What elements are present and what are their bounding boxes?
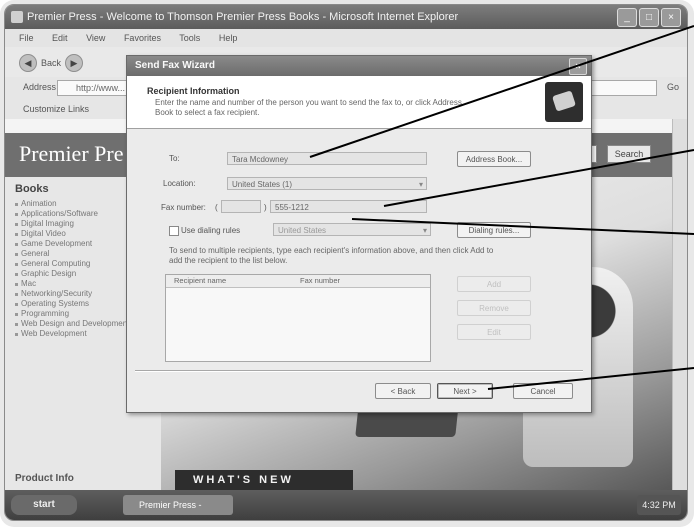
to-input[interactable]: Tara Mcdowney [227,152,427,165]
nav-item[interactable]: General [15,249,129,259]
nav-list: Animation Applications/Software Digital … [15,199,129,339]
address-book-button[interactable]: Address Book... [457,151,531,167]
header-description: Enter the name and number of the person … [155,98,462,117]
recipient-list[interactable]: Recipient name Fax number [165,274,431,362]
browser-title-bar[interactable]: Premier Press - Welcome to Thomson Premi… [5,5,687,29]
fax-number-input[interactable]: 555-1212 [270,200,427,213]
fax-area-open-paren: ( [215,203,218,212]
column-recipient-name[interactable]: Recipient name [174,275,226,287]
to-label: To: [169,154,180,163]
taskbar: start Premier Press - Welco... 4:32 PM [5,490,687,520]
customize-links[interactable]: Customize Links [23,104,89,114]
nav-item[interactable]: Applications/Software [15,209,129,219]
recipient-list-header: Recipient name Fax number [166,275,430,288]
site-title: Premier Pre [19,141,124,166]
add-button[interactable]: Add [457,276,531,292]
remove-button[interactable]: Remove [457,300,531,316]
location-dropdown[interactable]: United States (1) [227,177,427,190]
cancel-wizard-button[interactable]: Cancel [513,383,573,399]
window-controls: _ □ × [617,8,681,27]
nav-item[interactable]: Digital Video [15,229,129,239]
nav-item[interactable]: Mac [15,279,129,289]
dialing-rules-checkbox[interactable] [169,226,179,236]
go-button[interactable]: Go [667,82,679,92]
taskbar-item-browser[interactable]: Premier Press - Welco... [123,495,233,515]
nav-item[interactable]: Digital Imaging [15,219,129,229]
dialog-separator [135,370,583,372]
fax-machine-icon [545,82,583,122]
fax-area-code-input[interactable] [221,200,261,213]
internet-explorer-icon [11,11,23,23]
back-label: Back [41,58,62,68]
menu-edit[interactable]: Edit [52,33,68,43]
address-label: Address [23,82,57,92]
back-arrow-icon: ◀ [19,54,37,72]
fax-number-label: Fax number: [161,203,206,212]
nav-item[interactable]: Graphic Design [15,269,129,279]
dialing-rules-checkbox-label[interactable]: Use dialing rules [181,226,240,235]
dialog-header: Recipient Information Enter the name and… [127,76,591,129]
system-tray-clock: 4:32 PM [637,495,681,515]
fax-area-close-paren: ) [264,203,267,212]
nav-item[interactable]: Web Development [15,329,129,339]
dialing-rules-button[interactable]: Dialing rules... [457,222,531,238]
next-wizard-button[interactable]: Next > [437,383,493,399]
maximize-button[interactable]: □ [639,8,659,27]
nav-item[interactable]: Game Development [15,239,129,249]
forward-arrow-icon[interactable]: ▶ [65,54,84,72]
edit-button[interactable]: Edit [457,324,531,340]
location-label: Location: [163,179,196,188]
back-button[interactable]: ◀ Back ▶ [19,54,84,72]
screenshot: Premier Press - Welcome to Thomson Premi… [0,0,694,527]
nav-item[interactable]: Networking/Security [15,289,129,299]
nav-item[interactable]: Programming [15,309,129,319]
site-search-button[interactable]: Search [607,145,651,163]
header-title: Recipient Information [147,86,240,96]
dialog-close-button[interactable]: × [569,58,587,75]
menu-view[interactable]: View [86,33,105,43]
dialing-rules-dropdown[interactable]: United States [273,223,431,236]
menu-tools[interactable]: Tools [179,33,200,43]
nav-item[interactable]: General Computing [15,259,129,269]
column-fax-number[interactable]: Fax number [300,275,340,287]
start-button[interactable]: start [11,495,77,515]
back-wizard-button[interactable]: < Back [375,383,431,399]
nav-item[interactable]: Operating Systems [15,299,129,309]
browser-title: Premier Press - Welcome to Thomson Premi… [27,11,459,23]
whats-new-banner[interactable]: WHAT'S NEW [175,470,353,490]
minimize-button[interactable]: _ [617,8,637,27]
multiple-recipients-instructions: To send to multiple recipients, type eac… [169,246,494,265]
send-fax-wizard-dialog: Send Fax Wizard × Recipient Information … [126,55,592,413]
close-window-button[interactable]: × [661,8,681,27]
nav-item[interactable]: Animation [15,199,129,209]
dialog-title: Send Fax Wizard [135,60,215,71]
menu-file[interactable]: File [19,33,34,43]
nav-item[interactable]: Web Design and Development [15,319,129,329]
dialog-title-bar[interactable]: Send Fax Wizard × [127,56,591,76]
nav-heading: Books [15,183,49,195]
page-scrollbar[interactable] [672,119,687,490]
menu-favorites[interactable]: Favorites [124,33,161,43]
menu-help[interactable]: Help [219,33,238,43]
nav-footer[interactable]: Product Info [15,473,74,484]
menu-bar: File Edit View Favorites Tools Help [5,29,687,47]
